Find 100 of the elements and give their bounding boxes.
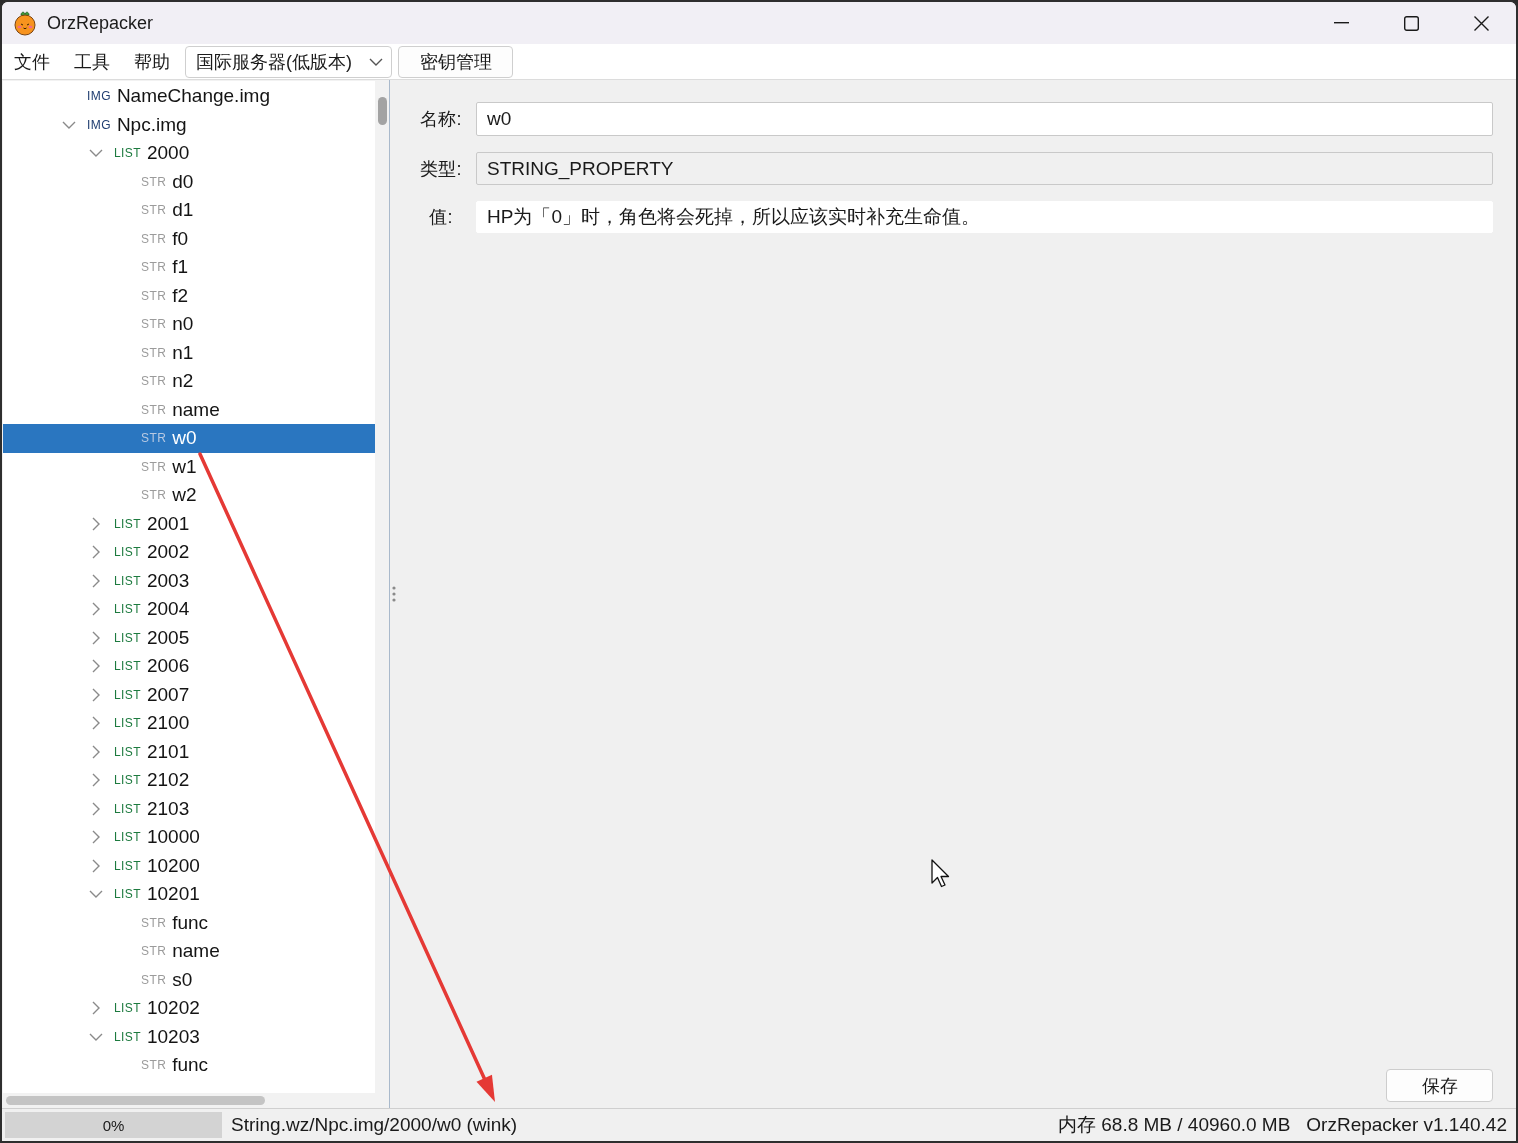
tree-item[interactable]: LIST 2000 <box>3 139 375 168</box>
tree-item[interactable]: LIST 10000 <box>3 823 375 852</box>
node-type-tag: STR <box>141 944 167 959</box>
tree-item-label: d0 <box>172 169 194 194</box>
node-type-tag: STR <box>141 317 167 332</box>
tree-item-label: 2100 <box>146 711 190 736</box>
scrollbar-thumb[interactable] <box>6 1096 265 1105</box>
menu-item[interactable]: 文件 <box>2 45 62 78</box>
node-type-tag: LIST <box>114 573 141 588</box>
tree-item[interactable]: STR n2 <box>3 367 375 396</box>
tree-item[interactable]: IMG Npc.img <box>3 110 375 139</box>
tree-item[interactable]: LIST 10200 <box>3 851 375 880</box>
scrollbar-thumb[interactable] <box>378 97 387 125</box>
tree-item[interactable]: LIST 2102 <box>3 766 375 795</box>
tree-item-label: 2004 <box>146 597 190 622</box>
name-input-field[interactable]: w0 <box>476 102 1493 136</box>
tree-item[interactable]: LIST 2100 <box>3 709 375 738</box>
pointer-cursor-icon <box>931 859 950 888</box>
tree-item[interactable]: LIST 2103 <box>3 794 375 823</box>
chevron-down-icon[interactable] <box>89 1032 103 1041</box>
tree-item[interactable]: STR name <box>3 395 375 424</box>
chevron-right-icon[interactable] <box>92 744 100 759</box>
tree-item[interactable]: STR f0 <box>3 224 375 253</box>
node-type-tag: STR <box>141 203 167 218</box>
value-field[interactable]: HP为「0」时，角色将会死掉，所以应该实时补充生命值。 <box>476 201 1493 233</box>
tree-item[interactable]: IMG NameChange.img <box>3 82 375 111</box>
tree-item-label: n2 <box>172 369 194 394</box>
progress-label: 0% <box>102 1116 125 1134</box>
chevron-right-icon[interactable] <box>92 545 100 560</box>
version-text: OrzRepacker v1.140.42 <box>1306 1114 1507 1136</box>
tree-item[interactable]: LIST 2004 <box>3 595 375 624</box>
tree-item-label: w0 <box>172 426 197 451</box>
fruit-mascot-icon <box>12 10 38 36</box>
tree-item[interactable]: STR f2 <box>3 281 375 310</box>
node-type-tag: LIST <box>114 830 141 845</box>
status-path-text: String.wz/Npc.img/2000/w0 (wink) <box>231 1114 518 1136</box>
tree-item[interactable]: STR d1 <box>3 196 375 225</box>
tree-item[interactable]: STR n0 <box>3 310 375 339</box>
tree-item[interactable]: STR func <box>3 1051 375 1080</box>
tree-item[interactable]: STR d0 <box>3 167 375 196</box>
server-dropdown[interactable]: 国际服务器(低版本) <box>185 45 392 78</box>
chevron-right-icon[interactable] <box>92 858 100 873</box>
tree-item[interactable]: STR w2 <box>3 481 375 510</box>
save-button[interactable]: 保存 <box>1386 1069 1493 1102</box>
tree-item-label: w2 <box>172 483 197 508</box>
chevron-right-icon[interactable] <box>92 573 100 588</box>
tree-item[interactable]: STR w0 <box>3 424 375 453</box>
chevron-right-icon[interactable] <box>92 830 100 845</box>
tree-item[interactable]: LIST 2007 <box>3 680 375 709</box>
node-type-tag: LIST <box>114 744 141 759</box>
tree-item[interactable]: STR n1 <box>3 338 375 367</box>
chevron-right-icon[interactable] <box>92 773 100 788</box>
chevron-down-icon <box>369 57 383 66</box>
tree-item-label: func <box>172 1053 209 1078</box>
chevron-down-icon[interactable] <box>62 120 76 129</box>
tree-item[interactable]: LIST 10203 <box>3 1022 375 1051</box>
toolbar-button[interactable]: 密钥管理 <box>398 45 513 78</box>
chevron-down-icon[interactable] <box>89 149 103 158</box>
splitter-grip-icon[interactable] <box>392 586 396 602</box>
menu-item[interactable]: 工具 <box>62 45 122 78</box>
tree-item-label: 2103 <box>146 796 190 821</box>
tree-item-label: func <box>172 910 209 935</box>
tree-item[interactable]: LIST 2003 <box>3 566 375 595</box>
tree-item-label: n1 <box>172 340 194 365</box>
chevron-right-icon[interactable] <box>92 659 100 674</box>
tree-item[interactable]: STR s0 <box>3 965 375 994</box>
tree-item[interactable]: STR func <box>3 908 375 937</box>
tree-item-label: 2101 <box>146 739 190 764</box>
chevron-right-icon[interactable] <box>92 716 100 731</box>
tree-item-label: 2007 <box>146 682 190 707</box>
tree-item-label: 2006 <box>146 654 190 679</box>
chevron-right-icon[interactable] <box>92 801 100 816</box>
chevron-down-icon[interactable] <box>89 890 103 899</box>
chevron-right-icon[interactable] <box>92 1001 100 1016</box>
chevron-right-icon[interactable] <box>92 516 100 531</box>
menu-item[interactable]: 帮助 <box>122 45 182 78</box>
tree-item-label: 2003 <box>146 568 190 593</box>
tree-item[interactable]: STR w1 <box>3 452 375 481</box>
node-type-tag: STR <box>141 345 167 360</box>
tree-item[interactable]: LIST 2101 <box>3 737 375 766</box>
node-type-tag: LIST <box>114 1029 141 1044</box>
tree-item-label: NameChange.img <box>116 84 270 109</box>
tree-item[interactable]: STR name <box>3 937 375 966</box>
tree-item[interactable]: STR f1 <box>3 253 375 282</box>
tree-item[interactable]: LIST 2002 <box>3 538 375 567</box>
tree-item[interactable]: LIST 10202 <box>3 994 375 1023</box>
tree-item-label: f1 <box>172 255 189 280</box>
field-label: 名称: <box>420 108 462 131</box>
node-type-tag: STR <box>141 972 167 987</box>
tree-item[interactable]: LIST 10201 <box>3 880 375 909</box>
chevron-right-icon[interactable] <box>92 687 100 702</box>
chevron-right-icon[interactable] <box>92 630 100 645</box>
node-type-tag: STR <box>141 1058 167 1073</box>
node-type-tag: STR <box>141 260 167 275</box>
tree-item-label: 10202 <box>146 996 200 1021</box>
tree-item[interactable]: LIST 2006 <box>3 652 375 681</box>
tree-item[interactable]: LIST 2005 <box>3 623 375 652</box>
chevron-right-icon[interactable] <box>92 602 100 617</box>
tree-item[interactable]: LIST 2001 <box>3 509 375 538</box>
tree-item-label: s0 <box>172 967 193 992</box>
